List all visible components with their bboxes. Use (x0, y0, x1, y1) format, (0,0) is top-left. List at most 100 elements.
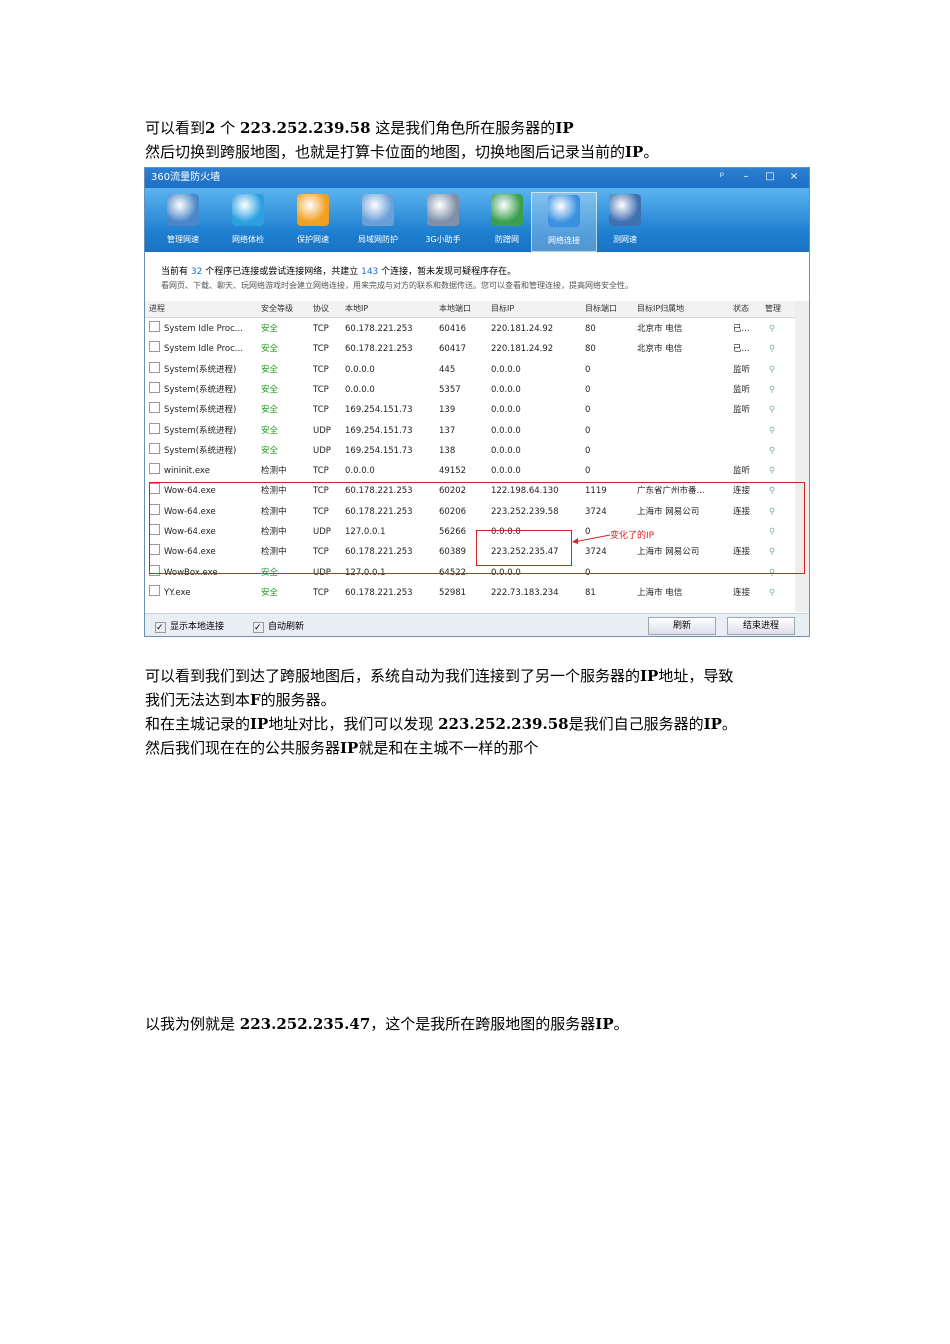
close-button[interactable]: × (783, 169, 805, 185)
cell-lip: 169.254.151.73 (345, 405, 413, 416)
column-header[interactable]: 目标IP归属地 (637, 301, 684, 317)
table-row[interactable]: System(系统进程) 安全 TCP 0.0.0.0 5357 0.0.0.0 0 监听 ⚲ (145, 380, 795, 400)
ip-highlight: 223.252.239.58 (240, 119, 371, 137)
manage-wrench-icon[interactable]: ⚲ (769, 319, 775, 339)
cell-level: 安全 (261, 324, 279, 334)
tool-speed[interactable]: 管理网速 (151, 192, 215, 250)
text-bold: IP (555, 119, 574, 137)
cell-tip: 0.0.0.0 (491, 425, 521, 436)
manage-wrench-icon[interactable]: ⚲ (769, 400, 775, 420)
cell-process: System Idle Proc... (149, 339, 243, 359)
manage-wrench-icon[interactable]: ⚲ (769, 339, 775, 359)
tool-label: 测网速 (613, 235, 637, 244)
info-banner: 当前有 32 个程序已连接或尝试连接网络，共建立 143 个连接，暂未发现可疑程… (145, 254, 809, 300)
paragraph-7: 以我为例就是 223.252.235.47，这个是我所在跨服地图的服务器IP。 (145, 1015, 629, 1033)
tool-network-monitor[interactable]: 网络连接 (531, 192, 597, 252)
text-bold: IP (625, 143, 644, 161)
firewall-window: 360流量防火墙 ᵖ – □ × 管理网速 网络体检 保护网速 局域网防护 3G小助手 防… (144, 167, 810, 637)
cell-loc: 上海市 电信 (637, 587, 683, 598)
cell-tport: 80 (585, 324, 596, 334)
cell-tport: 0 (585, 425, 591, 436)
show-local-checkbox[interactable]: ✓ 显示本地连接 (155, 619, 224, 633)
cell-proto: TCP (313, 344, 329, 355)
cell-level: 安全 (261, 587, 279, 598)
column-header[interactable]: 本地IP (345, 301, 368, 317)
cell-proc: System(系统进程) (164, 405, 237, 416)
column-header[interactable]: 管理 (765, 301, 781, 317)
column-header[interactable]: 状态 (733, 301, 749, 317)
process-icon (149, 341, 160, 353)
cell-process: YY.exe (149, 583, 190, 603)
text: 然后切换到跨服地图，也就是打算卡位面的地图，切换地图后记录当前的 (145, 143, 626, 161)
table-row[interactable]: System(系统进程) 安全 TCP 169.254.151.73 139 0.0.0.… (145, 400, 795, 420)
cell-level: 安全 (261, 445, 279, 456)
text: 可以看到 (145, 119, 206, 137)
process-icon (149, 321, 160, 332)
tool-label: 保护网速 (297, 235, 329, 244)
table-row[interactable]: System(系统进程) 安全 TCP 0.0.0.0 445 0.0.0.0 0 监听 ⚲ (145, 360, 795, 380)
maximize-button[interactable]: □ (759, 169, 781, 185)
cell-state: 监听 (733, 384, 751, 395)
column-header[interactable]: 目标端口 (585, 301, 617, 317)
tool-label: 管理网速 (167, 235, 199, 244)
cell-process: System Idle Proc... (149, 319, 243, 339)
process-icon (149, 381, 160, 393)
title-bar: 360流量防火墙 ᵖ – □ × (145, 168, 809, 188)
ip-highlight: 223.252.235.47 (239, 1015, 371, 1033)
checkup-icon (232, 194, 264, 226)
table-row[interactable]: YY.exe 安全 TCP 60.178.221.253 52981 222.73.183… (145, 583, 795, 603)
3g-icon (427, 194, 459, 226)
cell-tip: 222.73.183.234 (491, 587, 559, 598)
manage-wrench-icon[interactable]: ⚲ (769, 421, 775, 441)
ip-highlight: 223.252.239.58 (438, 715, 569, 733)
tool-firewall-wall[interactable]: 局域网防护 (346, 192, 410, 250)
table-row[interactable]: System Idle Proc... 安全 TCP 60.178.221.253 60… (145, 339, 795, 359)
auto-refresh-checkbox[interactable]: ✓ 自动刷新 (253, 619, 304, 633)
cell-lip: 60.178.221.253 (345, 344, 413, 355)
cell-proc: System(系统进程) (164, 384, 237, 395)
tool-3g[interactable]: 3G小助手 (411, 192, 475, 250)
refresh-button[interactable]: 刷新 (648, 617, 716, 635)
tool-label: 局域网防护 (358, 235, 398, 244)
cell-proto: TCP (313, 384, 329, 395)
cell-state: 监听 (733, 466, 751, 477)
cell-process: wininit.exe (149, 461, 210, 481)
shield-globe-icon (491, 194, 523, 226)
lightning-icon (297, 194, 329, 226)
minimize-button[interactable]: – (735, 169, 757, 185)
cell-proc: System Idle Proc... (164, 344, 243, 355)
manage-wrench-icon[interactable]: ⚲ (769, 360, 775, 380)
manage-wrench-icon[interactable]: ⚲ (769, 461, 775, 481)
column-header[interactable]: 进程 (149, 301, 165, 317)
manage-wrench-icon[interactable]: ⚲ (769, 583, 775, 603)
column-header[interactable]: 安全等级 (261, 301, 293, 317)
process-icon (149, 442, 160, 454)
column-header[interactable]: 本地端口 (439, 301, 471, 317)
cell-tport: 81 (585, 587, 596, 598)
tool-shield-globe[interactable]: 防蹭网 (475, 192, 539, 250)
column-header[interactable]: 目标IP (491, 301, 514, 317)
cell-proc: wininit.exe (164, 466, 210, 477)
text: 。 (643, 143, 659, 161)
toolbar: 管理网速 网络体检 保护网速 局域网防护 3G小助手 防蹭网 网络连接 测网速 (145, 188, 809, 252)
manage-wrench-icon[interactable]: ⚲ (769, 380, 775, 400)
table-row[interactable]: wininit.exe 检测中 TCP 0.0.0.0 49152 0.0.0.0 0 监听 ⚲ (145, 461, 795, 481)
cell-lport: 138 (439, 445, 456, 456)
table-row[interactable]: System(系统进程) 安全 UDP 169.254.151.73 138 0.0.0.… (145, 441, 795, 461)
tool-lightning[interactable]: 保护网速 (281, 192, 345, 250)
cell-proto: TCP (313, 324, 329, 334)
column-header[interactable]: 协议 (313, 301, 329, 317)
window-title: 360流量防火墙 (151, 172, 221, 183)
tool-speedometer[interactable]: 测网速 (593, 192, 657, 250)
cell-lip: 0.0.0.0 (345, 466, 375, 477)
cell-proto: TCP (313, 405, 329, 416)
manage-wrench-icon[interactable]: ⚲ (769, 441, 775, 461)
cell-state: 监听 (733, 364, 751, 375)
tool-checkup[interactable]: 网络体检 (216, 192, 280, 250)
paragraph-1: 可以看到2 个 223.252.239.58 这是我们角色所在服务器的IP (145, 117, 574, 140)
settings-icon[interactable]: ᵖ (711, 169, 733, 185)
end-process-button[interactable]: 结束进程 (727, 617, 795, 635)
cell-state: 已... (733, 324, 750, 334)
table-row[interactable]: System Idle Proc... 安全 TCP 60.178.221.253 60… (145, 319, 795, 339)
table-row[interactable]: System(系统进程) 安全 UDP 169.254.151.73 137 0.0.0.… (145, 421, 795, 441)
